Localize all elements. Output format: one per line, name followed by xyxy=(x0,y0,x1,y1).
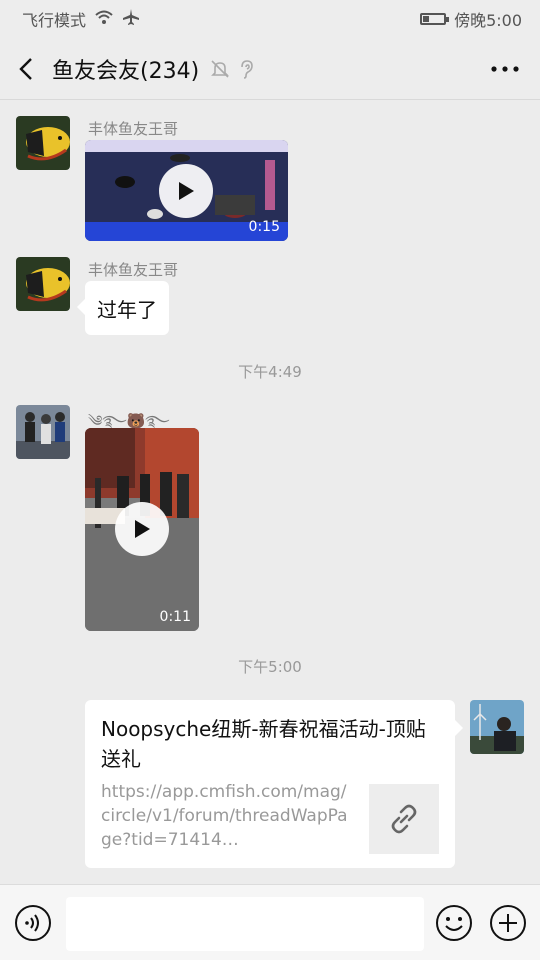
link-url: https://app.cmfish.com/mag/circle/v1/for… xyxy=(101,782,348,850)
back-icon xyxy=(19,57,32,80)
chat-header: 鱼友会友(234) xyxy=(0,38,540,100)
video-message[interactable]: 0:15 xyxy=(85,140,288,241)
message-text: 过年了 xyxy=(97,297,157,322)
message-list[interactable]: 丰体鱼友王哥 0:15 丰体鱼友王哥 过年了 下午4:49 ༄࿐🐻࿐ 0:11 … xyxy=(0,100,540,884)
input-bar xyxy=(0,884,540,960)
video-message[interactable]: 0:11 xyxy=(85,428,199,631)
avatar[interactable] xyxy=(16,257,70,311)
more-icon xyxy=(491,66,519,72)
play-icon xyxy=(135,520,150,538)
text-bubble[interactable]: 过年了 xyxy=(77,281,169,335)
self-avatar[interactable] xyxy=(470,700,524,754)
video-duration: 0:15 xyxy=(248,219,280,235)
avatar[interactable] xyxy=(16,116,70,170)
clock: 傍晚5:00 xyxy=(454,11,522,30)
play-button[interactable] xyxy=(159,164,213,218)
emoji-button[interactable] xyxy=(435,904,473,946)
wifi-icon xyxy=(94,9,114,29)
timestamp: 下午4:49 xyxy=(238,363,302,381)
voice-button[interactable] xyxy=(14,904,52,946)
back-button[interactable] xyxy=(0,38,52,100)
status-bar: 飞行模式 傍晚5:00 xyxy=(0,0,540,38)
ear-icon xyxy=(235,58,257,80)
battery-icon xyxy=(420,13,450,25)
timestamp: 下午5:00 xyxy=(238,658,302,676)
video-duration: 0:11 xyxy=(159,609,191,625)
sender-name: 丰体鱼友王哥 xyxy=(88,261,179,279)
message-input[interactable] xyxy=(66,897,424,951)
voice-icon xyxy=(15,905,51,941)
play-icon xyxy=(179,182,194,200)
more-options-button[interactable] xyxy=(490,58,520,80)
emoji-icon xyxy=(436,905,472,941)
link-icon xyxy=(391,804,417,834)
link-title: Noopsyche纽斯-新春祝福活动-顶贴送礼 xyxy=(101,717,426,771)
link-thumbnail xyxy=(369,784,439,854)
chat-title[interactable]: 鱼友会友(234) xyxy=(52,53,199,85)
avatar[interactable] xyxy=(16,405,70,459)
status-left: 飞行模式 xyxy=(22,7,140,31)
more-functions-button[interactable] xyxy=(489,904,527,946)
mute-bell-icon xyxy=(209,58,231,80)
sender-name: 丰体鱼友王哥 xyxy=(88,120,179,138)
play-button[interactable] xyxy=(115,502,169,556)
airplane-mode-label: 飞行模式 xyxy=(22,11,87,30)
plus-icon xyxy=(490,905,526,941)
status-right: 傍晚5:00 xyxy=(420,7,522,31)
airplane-icon xyxy=(122,8,140,30)
link-card[interactable]: Noopsyche纽斯-新春祝福活动-顶贴送礼 https://app.cmfi… xyxy=(85,700,463,868)
